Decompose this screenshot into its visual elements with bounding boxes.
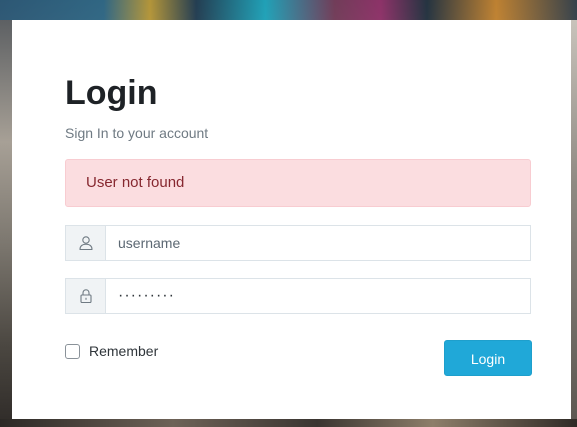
background-photo-right (571, 20, 577, 427)
user-icon (65, 225, 105, 261)
login-card: Login Sign In to your account User not f… (12, 20, 571, 419)
lock-icon (65, 278, 105, 314)
error-alert: User not found (65, 159, 531, 207)
remember-label: Remember (89, 343, 159, 359)
background-photo-bottom (0, 419, 577, 427)
page-subtitle: Sign In to your account (65, 125, 209, 141)
password-input-group (65, 278, 531, 314)
background-photo-top (0, 0, 577, 20)
remember-checkbox-row[interactable]: Remember (65, 343, 158, 359)
page-title: Login (65, 74, 158, 112)
password-field[interactable] (105, 278, 531, 314)
username-input-group (65, 225, 531, 261)
username-field[interactable] (105, 225, 531, 261)
error-message: User not found (86, 174, 185, 191)
remember-checkbox[interactable] (65, 343, 80, 359)
login-button[interactable]: Login (444, 340, 532, 376)
